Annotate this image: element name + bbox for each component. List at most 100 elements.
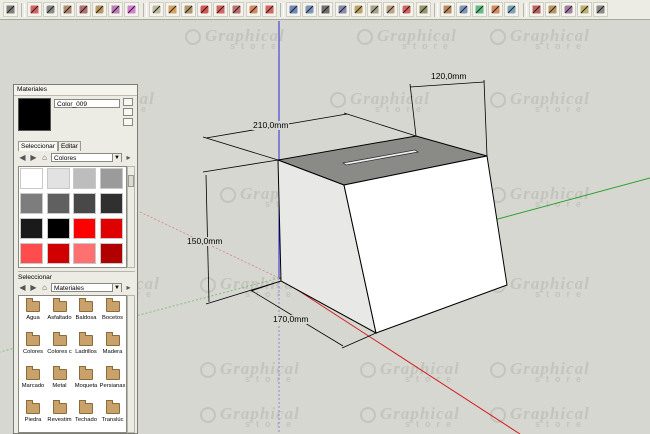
home-icon[interactable]: ⌂: [40, 153, 49, 162]
color-swatch[interactable]: [99, 218, 123, 239]
material-folder-label: Marcado: [21, 383, 45, 389]
text-icon[interactable]: [399, 2, 415, 17]
3d-text-icon[interactable]: [439, 2, 455, 17]
material-folder[interactable]: Colores: [20, 331, 46, 363]
color-swatch[interactable]: [46, 243, 70, 264]
position-camera-icon[interactable]: [488, 2, 504, 17]
forward-icon[interactable]: ▶: [29, 153, 38, 162]
dimension-height-label[interactable]: 150,0mm: [186, 237, 224, 246]
push-pull-icon[interactable]: [180, 2, 196, 17]
scale-icon[interactable]: [261, 2, 277, 17]
material-name-field[interactable]: Color_009: [54, 99, 120, 108]
details-icon[interactable]: ▸: [124, 283, 133, 292]
material-folder-label: Revestim: [47, 417, 72, 423]
color-swatch[interactable]: [73, 218, 96, 239]
forward-icon[interactable]: ▶: [29, 283, 38, 292]
zoom-window-icon[interactable]: [350, 2, 366, 17]
details-icon[interactable]: ▸: [124, 153, 133, 162]
default-material-icon[interactable]: [123, 118, 133, 126]
material-folder[interactable]: Persianas: [100, 365, 126, 397]
material-folder[interactable]: Revestim: [47, 399, 73, 431]
material-folder[interactable]: Translúc: [100, 399, 126, 431]
move-icon[interactable]: [197, 2, 213, 17]
secondary-library-select[interactable]: Materiales ▼: [51, 283, 122, 292]
offset-icon[interactable]: [229, 2, 245, 17]
eraser-icon[interactable]: [124, 2, 140, 17]
tab-edit[interactable]: Editar: [57, 141, 81, 151]
back-icon[interactable]: ◀: [18, 283, 27, 292]
create-material-icon[interactable]: [123, 108, 133, 116]
home-icon[interactable]: ⌂: [40, 283, 49, 292]
material-folder[interactable]: Agua: [20, 297, 46, 329]
zoom-icon[interactable]: [318, 2, 334, 17]
material-folder[interactable]: Bocetos: [100, 297, 126, 329]
tape-measure-icon[interactable]: [148, 2, 164, 17]
fog-icon[interactable]: [577, 2, 593, 17]
material-folder[interactable]: Metal: [47, 365, 73, 397]
walk-icon[interactable]: [472, 2, 488, 17]
material-folder[interactable]: Marcado: [20, 365, 46, 397]
color-swatch[interactable]: [20, 193, 43, 214]
dimension-bottom-label[interactable]: 170,0mm: [272, 315, 310, 324]
back-icon[interactable]: ◀: [18, 153, 27, 162]
material-folder[interactable]: Asfaltado: [47, 297, 73, 329]
last-tool-icon[interactable]: [593, 2, 609, 17]
color-swatch[interactable]: [73, 193, 96, 214]
polygon-icon[interactable]: [108, 2, 124, 17]
dimension-icon[interactable]: [366, 2, 382, 17]
pencil-icon[interactable]: [27, 2, 43, 17]
material-folder[interactable]: Piedra: [20, 399, 46, 431]
material-folder[interactable]: Madera: [100, 331, 126, 363]
material-folder-label: Moqueta: [74, 383, 98, 389]
display-secondary-icon[interactable]: [123, 98, 133, 106]
circle-icon[interactable]: [75, 2, 91, 17]
dimension-width-label[interactable]: 210,0mm: [252, 121, 290, 130]
color-swatch[interactable]: [46, 193, 70, 214]
zoom-extents-icon[interactable]: [334, 2, 350, 17]
library-select[interactable]: Colores ▼: [51, 153, 122, 162]
axes-icon[interactable]: [415, 2, 431, 17]
color-swatch[interactable]: [46, 218, 70, 239]
color-swatch[interactable]: [99, 168, 123, 189]
scrollbar-thumb[interactable]: [128, 175, 134, 187]
color-swatch[interactable]: [20, 243, 43, 264]
line-icon[interactable]: [43, 2, 59, 17]
protractor-icon[interactable]: [383, 2, 399, 17]
color-swatch[interactable]: [20, 168, 43, 189]
rotate-icon[interactable]: [213, 2, 229, 17]
tab-select[interactable]: Seleccionar: [18, 141, 58, 151]
paint-bucket-icon[interactable]: [164, 2, 180, 17]
components-icon[interactable]: [528, 2, 544, 17]
styles-icon[interactable]: [544, 2, 560, 17]
material-folder-label: Metal: [52, 383, 67, 389]
material-folder[interactable]: Colores c: [47, 331, 73, 363]
color-swatch[interactable]: [73, 243, 96, 264]
material-folder[interactable]: Techado: [73, 399, 99, 431]
material-folder[interactable]: Ladrillos: [73, 331, 99, 363]
material-folder[interactable]: Baldosa: [73, 297, 99, 329]
panel-title[interactable]: Materiales: [14, 85, 137, 96]
select-arrow-icon[interactable]: [3, 2, 18, 17]
section-plane-icon[interactable]: [455, 2, 471, 17]
shadows-icon[interactable]: [561, 2, 576, 17]
secondary-library-value: Materiales: [54, 285, 84, 292]
color-swatch[interactable]: [99, 243, 123, 264]
color-swatch[interactable]: [46, 168, 70, 189]
color-swatch[interactable]: [99, 193, 123, 214]
color-swatch[interactable]: [20, 218, 43, 239]
material-folder[interactable]: Moqueta: [73, 365, 99, 397]
chevron-down-icon: ▼: [112, 284, 121, 292]
follow-me-icon[interactable]: [245, 2, 261, 17]
look-around-icon[interactable]: [504, 2, 520, 17]
orbit-icon[interactable]: [286, 2, 301, 17]
library-nav: ◀ ▶ ⌂ Colores ▼ ▸: [18, 152, 135, 163]
rectangle-icon[interactable]: [59, 2, 75, 17]
color-swatch[interactable]: [73, 168, 96, 189]
library-select-value: Colores: [54, 155, 77, 162]
folder-scrollbar[interactable]: [127, 295, 135, 433]
pan-icon[interactable]: [302, 2, 318, 17]
current-material-swatch[interactable]: [18, 98, 51, 131]
dimension-depth-label[interactable]: 120,0mm: [430, 72, 468, 81]
arc-icon[interactable]: [91, 2, 107, 17]
swatch-scrollbar[interactable]: [127, 166, 135, 268]
